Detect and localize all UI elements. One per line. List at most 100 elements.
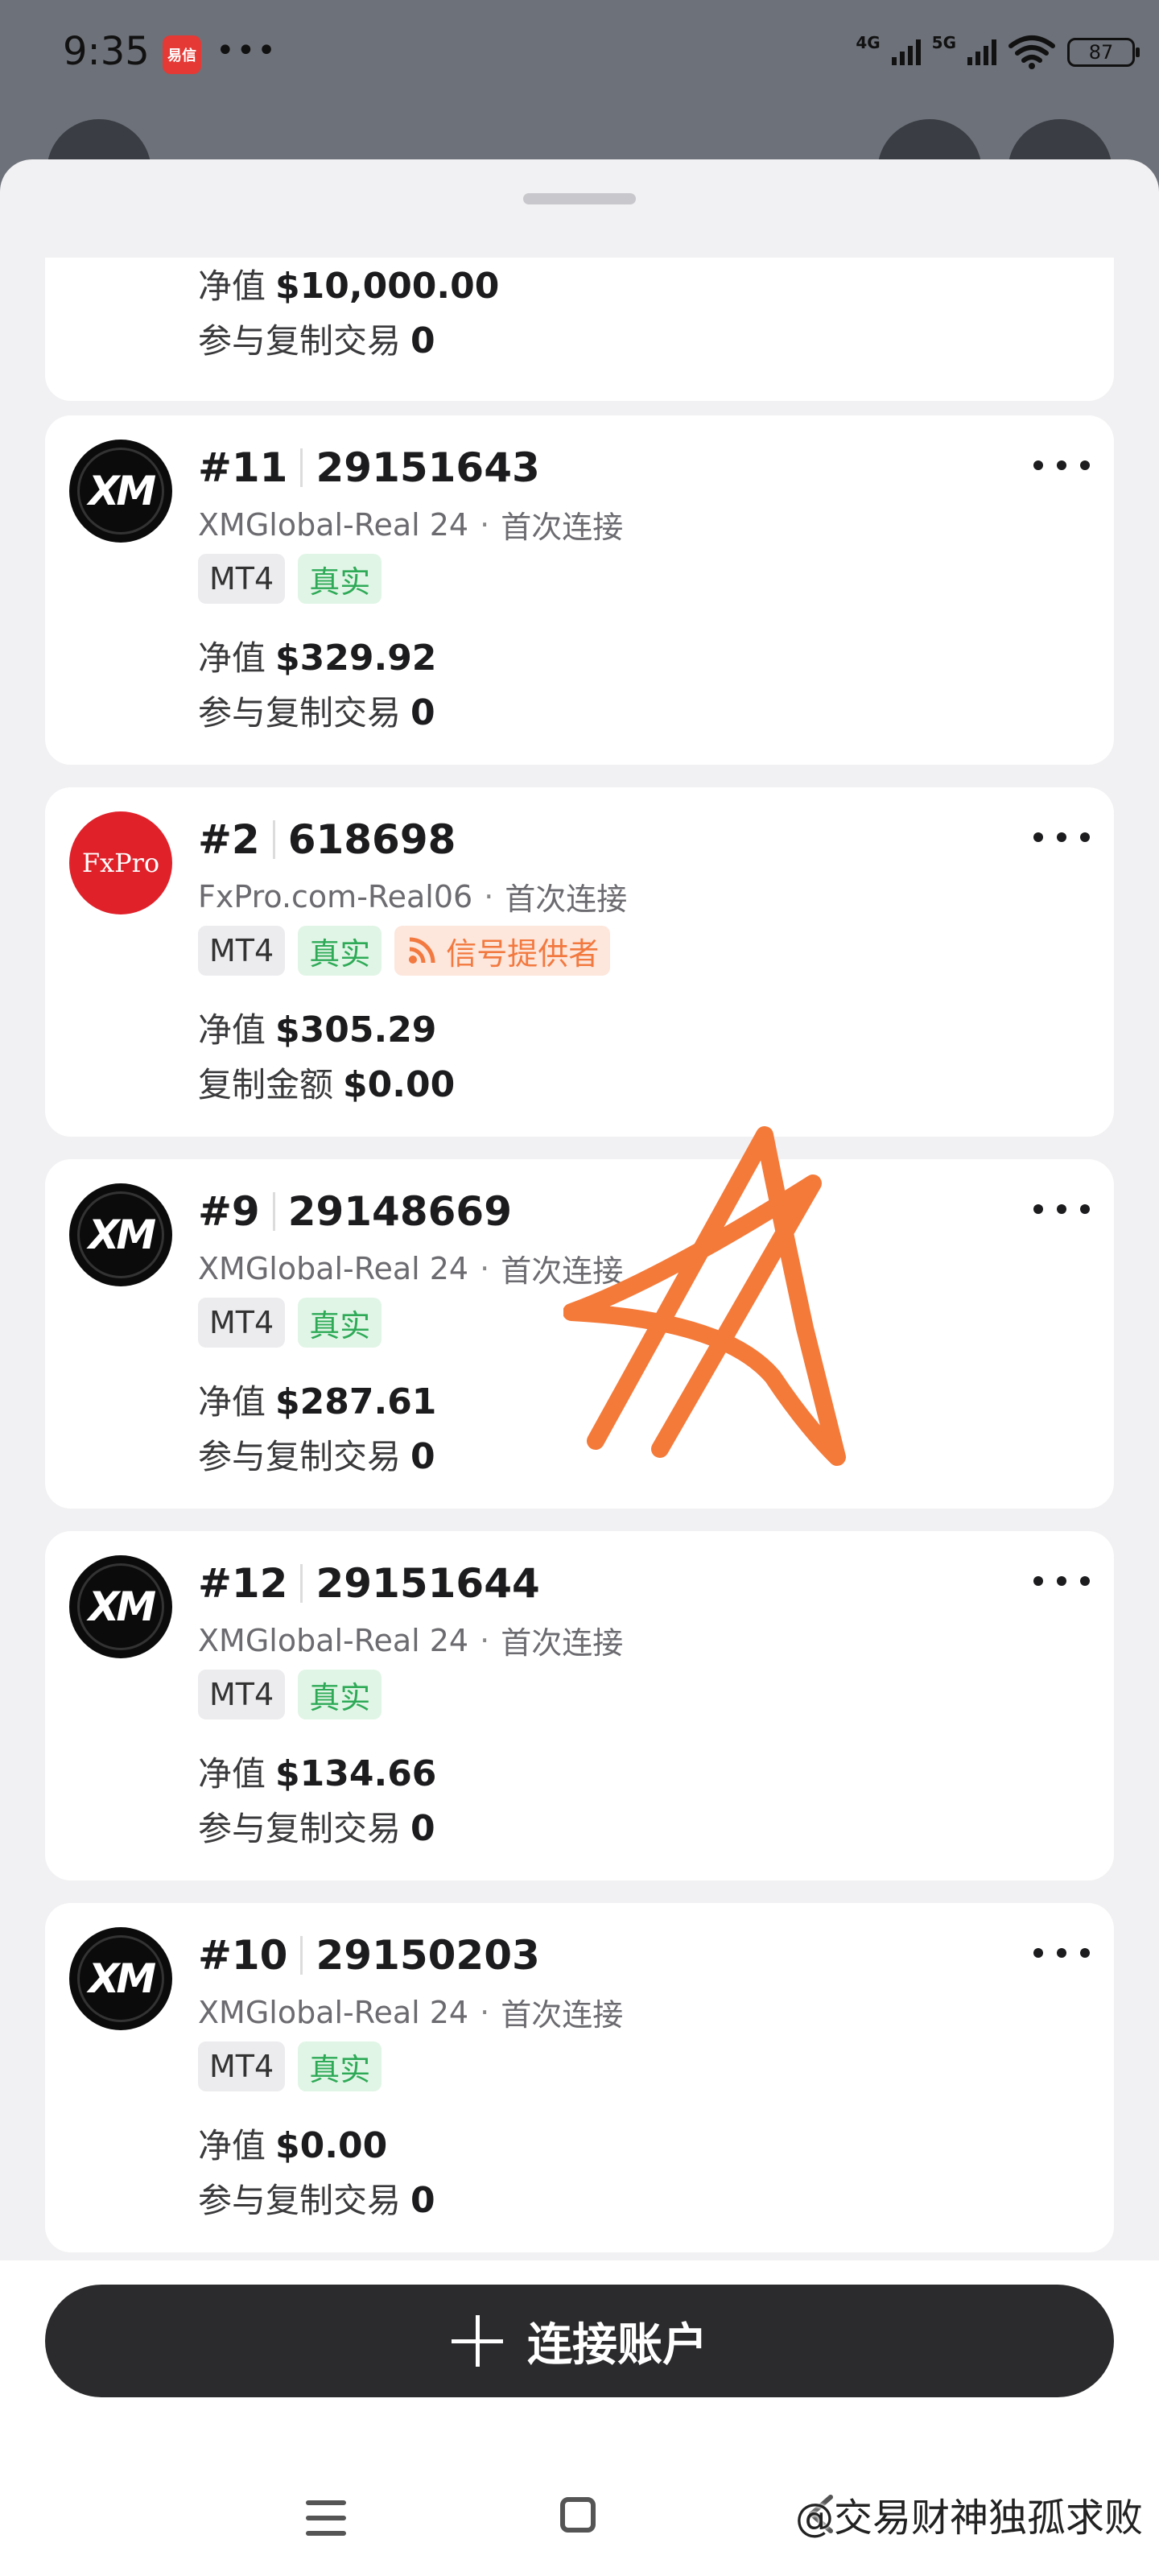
server-name: XMGlobal-Real 24	[198, 1994, 469, 2030]
signal-strength-icon	[891, 39, 921, 65]
account-title: #10 29150203	[198, 1927, 540, 1984]
connect-account-button[interactable]: 连接账户	[45, 2285, 1114, 2397]
account-card[interactable]: XM #9 29148669 XMGlobal-Real 24 · 首次连接 M…	[45, 1159, 1114, 1509]
connection-status: 首次连接	[501, 1625, 624, 1661]
plus-icon	[452, 2315, 503, 2367]
server-row: XMGlobal-Real 24 · 首次连接	[198, 1990, 623, 2034]
equity-row: 净值 $305.29	[198, 1003, 436, 1052]
more-options-button[interactable]	[1033, 1937, 1090, 1969]
accounts-bottom-sheet: 净值 $10,000.00 参与复制交易 0 XM #11 29151643 X…	[0, 159, 1159, 2576]
copy-trade-label: 参与复制交易	[198, 321, 402, 361]
copy-amount-value: $0.00	[343, 1064, 456, 1105]
copy-trade-label: 参与复制交易	[198, 2181, 402, 2220]
separator-dot: ·	[484, 878, 494, 914]
copy-trade-value: 0	[410, 2180, 435, 2221]
status-time: 9:35	[63, 29, 150, 74]
equity-label: 净值	[198, 1010, 266, 1050]
xm-logo: XM	[69, 1183, 172, 1286]
platform-tag: MT4	[198, 926, 286, 976]
wifi-icon	[1008, 35, 1055, 69]
connection-status: 首次连接	[505, 881, 628, 917]
copy-trade-value: 0	[410, 692, 435, 733]
more-options-button[interactable]	[1033, 449, 1090, 481]
separator-dot: ·	[480, 506, 490, 543]
equity-row: 净值 $10,000.00	[198, 259, 499, 308]
account-title: #9 29148669	[198, 1183, 512, 1240]
platform-tag: MT4	[198, 1670, 286, 1719]
equity-label: 净值	[198, 1754, 266, 1794]
equity-row: 净值 $287.61	[198, 1375, 436, 1424]
equity-row: 净值 $329.92	[198, 631, 436, 680]
equity-value: $329.92	[275, 638, 437, 679]
more-notifications-icon: •••	[216, 32, 278, 69]
server-name: XMGlobal-Real 24	[198, 1622, 469, 1658]
account-card-partial[interactable]: 净值 $10,000.00 参与复制交易 0	[45, 258, 1114, 401]
account-number: #9	[198, 1188, 260, 1235]
server-row: XMGlobal-Real 24 · 首次连接	[198, 1246, 623, 1290]
signal-provider-tag: 信号提供者	[394, 926, 611, 976]
account-id: 29148669	[287, 1188, 513, 1235]
connection-status: 首次连接	[501, 510, 624, 545]
server-name: FxPro.com-Real06	[198, 878, 473, 914]
connect-account-label: 连接账户	[527, 2318, 707, 2372]
account-number: #10	[198, 1932, 288, 1979]
equity-row: 净值 $0.00	[198, 2119, 387, 2168]
copy-trade-value: 0	[410, 320, 435, 361]
fxpro-logo: FxPro	[69, 811, 172, 914]
equity-row: 净值 $134.66	[198, 1747, 436, 1796]
account-card[interactable]: XM #10 29150203 XMGlobal-Real 24 · 首次连接 …	[45, 1903, 1114, 2252]
account-title: #12 29151644	[198, 1555, 540, 1612]
more-options-button[interactable]	[1033, 1565, 1090, 1597]
home-icon[interactable]	[560, 2497, 596, 2533]
platform-tag: MT4	[198, 1298, 286, 1348]
real-account-tag: 真实	[298, 926, 382, 976]
equity-value: $0.00	[275, 2125, 388, 2166]
server-row: XMGlobal-Real 24 · 首次连接	[198, 1618, 623, 1662]
tag-row: MT4 真实	[198, 1298, 382, 1348]
real-account-tag: 真实	[298, 554, 382, 604]
title-divider	[300, 448, 303, 487]
copy-trade-value: 0	[410, 1436, 435, 1477]
tag-row: MT4 真实	[198, 2041, 382, 2091]
server-name: XMGlobal-Real 24	[198, 1250, 469, 1286]
tag-row: MT4 真实	[198, 1670, 382, 1719]
watermark-text: @交易财神独孤求败	[794, 2496, 1143, 2541]
copy-trade-row: 参与复制交易 0	[198, 2174, 435, 2223]
account-list[interactable]: 净值 $10,000.00 参与复制交易 0 XM #11 29151643 X…	[0, 258, 1159, 2415]
real-account-tag: 真实	[298, 1298, 382, 1348]
tag-row: MT4 真实	[198, 554, 382, 604]
logo-text: FxPro	[81, 848, 160, 878]
account-number: #2	[198, 816, 260, 863]
account-id: 29151644	[316, 1560, 540, 1607]
equity-value: $134.66	[275, 1753, 437, 1794]
notification-app-icon: 易信	[163, 35, 201, 74]
copy-trade-label: 参与复制交易	[198, 693, 402, 733]
more-options-button[interactable]	[1033, 821, 1090, 853]
copy-trade-row: 参与复制交易 0	[198, 1430, 435, 1479]
separator-dot: ·	[480, 1622, 490, 1658]
account-title: #11 29151643	[198, 440, 540, 496]
bottom-action-area: 连接账户 @交易财神独孤求败	[0, 2260, 1159, 2576]
separator-dot: ·	[480, 1994, 490, 2030]
account-card[interactable]: XM #12 29151644 XMGlobal-Real 24 · 首次连接 …	[45, 1531, 1114, 1880]
real-account-tag: 真实	[298, 2041, 382, 2091]
server-row: FxPro.com-Real06 · 首次连接	[198, 874, 627, 919]
platform-tag: MT4	[198, 2041, 286, 2091]
account-card[interactable]: FxPro #2 618698 FxPro.com-Real06 · 首次连接 …	[45, 787, 1114, 1137]
battery-icon: 87	[1067, 38, 1140, 67]
system-nav-bar: @交易财神独孤求败	[0, 2478, 1159, 2574]
separator-dot: ·	[480, 1250, 490, 1286]
xm-logo: XM	[69, 1927, 172, 2030]
drag-handle[interactable]	[523, 193, 636, 204]
equity-label: 净值	[198, 638, 266, 678]
recent-apps-icon[interactable]	[306, 2500, 346, 2536]
more-options-button[interactable]	[1033, 1193, 1090, 1225]
account-id: 29150203	[316, 1932, 540, 1979]
network-5g-label: 5G	[931, 33, 956, 52]
xm-logo: XM	[69, 1555, 172, 1658]
account-card[interactable]: XM #11 29151643 XMGlobal-Real 24 · 首次连接 …	[45, 415, 1114, 765]
connection-status: 首次连接	[501, 1253, 624, 1289]
server-name: XMGlobal-Real 24	[198, 506, 469, 543]
real-account-tag: 真实	[298, 1670, 382, 1719]
tag-row: MT4 真实 信号提供者	[198, 926, 611, 976]
